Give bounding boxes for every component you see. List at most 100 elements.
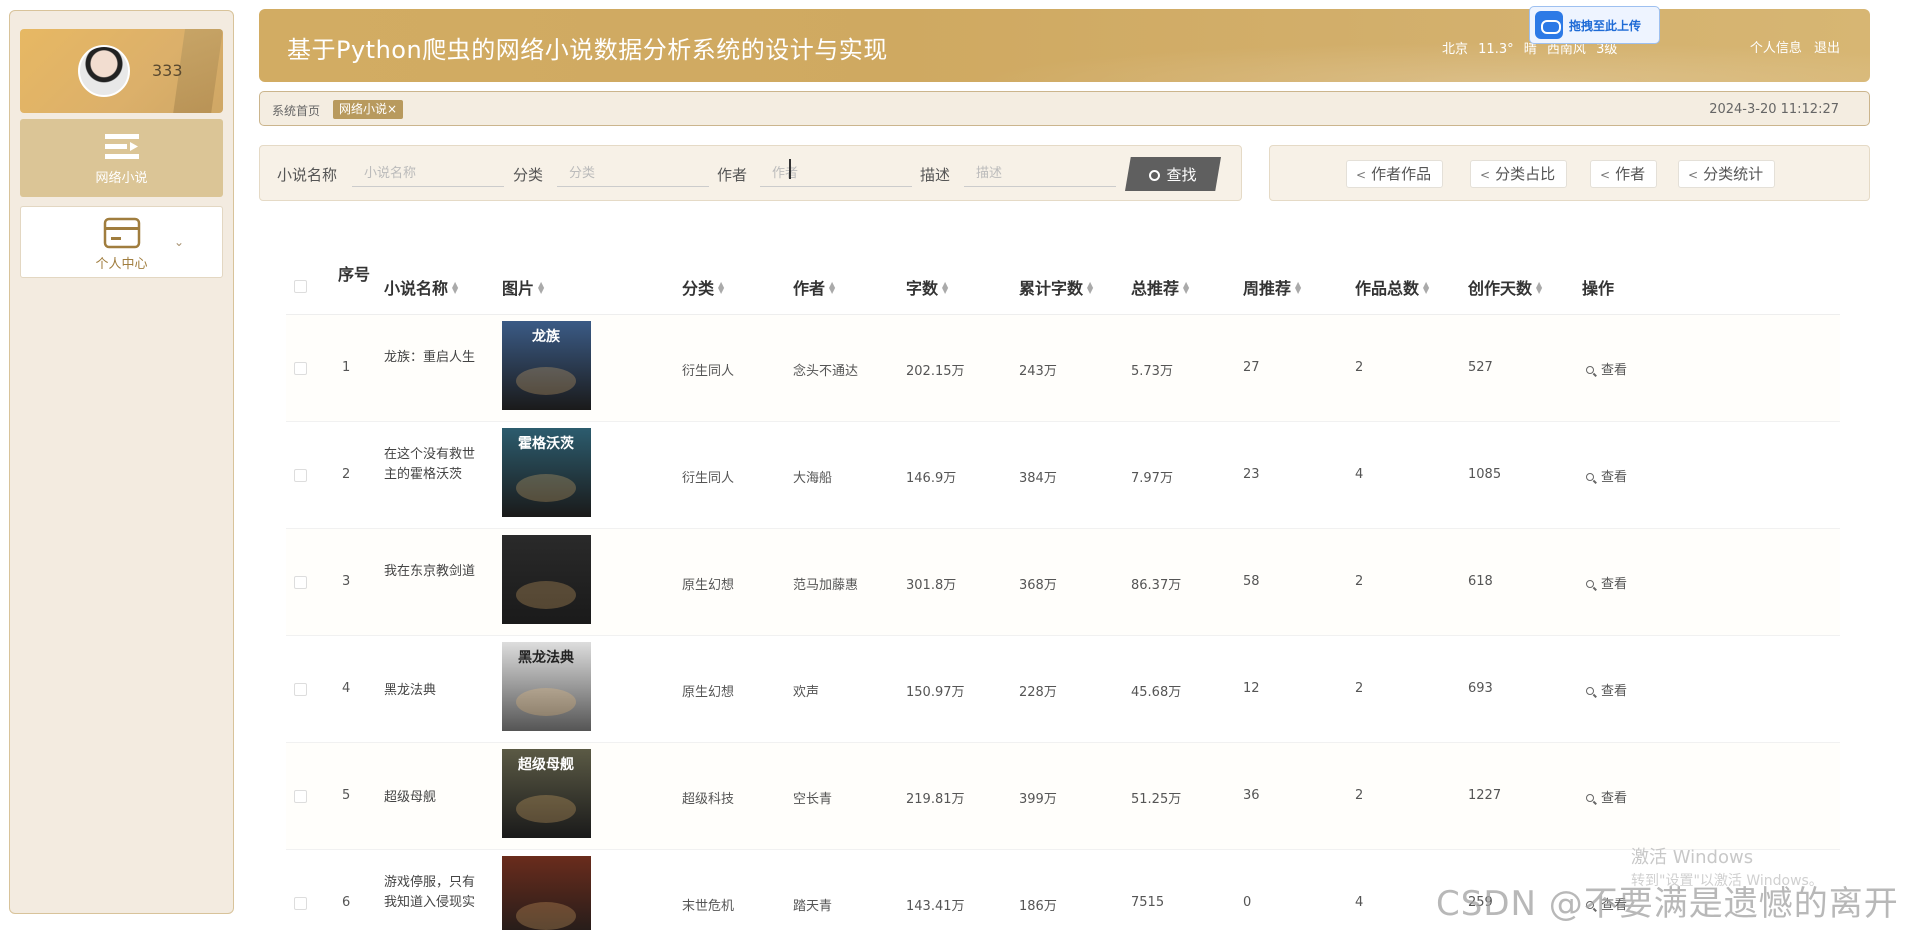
th-seq: 序号 (338, 265, 371, 284)
th-label: 周推荐 (1243, 279, 1292, 298)
weather-city: 北京 (1442, 42, 1469, 57)
th-words[interactable]: 字数 ▲ ▼ (906, 275, 948, 299)
cell-author: 范马加藤惠 (793, 578, 859, 593)
cover-image: 霍格沃茨 (502, 428, 591, 517)
sort-icon: ▲ ▼ (718, 280, 725, 295)
th-label: 总推荐 (1131, 279, 1180, 298)
row-checkbox[interactable] (294, 362, 307, 375)
cell-seq: 4 (342, 681, 351, 696)
category-ratio-button[interactable]: < 分类占比 (1470, 160, 1568, 188)
category-input[interactable] (557, 161, 709, 187)
th-image[interactable]: 图片 ▲ ▼ (502, 275, 544, 299)
breadcrumb-home[interactable]: 系统首页 (272, 102, 320, 119)
cell-author: 踏天青 (793, 899, 833, 914)
cell-days: 693 (1468, 681, 1493, 696)
row-checkbox[interactable] (294, 576, 307, 589)
view-button[interactable]: 查看 (1586, 573, 1627, 592)
cell-total-words: 228万 (1019, 685, 1057, 700)
cell-week-rec: 0 (1243, 895, 1252, 910)
sort-icon: ▲ ▼ (942, 280, 949, 295)
th-label: 图片 (502, 279, 535, 298)
sort-icon: ▲ ▼ (1423, 280, 1430, 295)
select-all-checkbox[interactable] (294, 280, 307, 293)
view-button[interactable]: 查看 (1586, 466, 1627, 485)
search-button[interactable]: 查找 (1125, 157, 1221, 191)
chart-panel: < 作者作品 < 分类占比 < 作者 < 分类统计 (1269, 145, 1870, 201)
name-input[interactable] (352, 161, 504, 187)
svg-text:霍格沃茨: 霍格沃茨 (518, 435, 574, 452)
row-checkbox[interactable] (294, 469, 307, 482)
sidebar-item-profile[interactable]: 个人中心 ⌄ (20, 206, 223, 278)
desc-input[interactable] (964, 161, 1116, 187)
name-label: 小说名称 (277, 166, 338, 184)
view-button[interactable]: 查看 (1586, 680, 1627, 699)
view-label: 查看 (1601, 791, 1628, 806)
th-label: 创作天数 (1468, 279, 1533, 298)
cloud-upload-icon (1535, 11, 1563, 39)
page-title: 基于Python爬虫的网络小说数据分析系统的设计与实现 (287, 36, 888, 64)
author-input[interactable] (760, 161, 912, 187)
cell-seq: 3 (342, 574, 351, 589)
cell-total-words: 384万 (1019, 471, 1057, 486)
th-label: 字数 (906, 279, 939, 298)
cell-seq: 6 (342, 895, 351, 910)
view-button[interactable]: 查看 (1586, 787, 1627, 806)
avatar[interactable] (78, 45, 130, 97)
th-label: 分类 (682, 279, 715, 298)
weather-temp: 11.3° (1478, 42, 1514, 57)
profile-link[interactable]: 个人信息 (1750, 41, 1802, 56)
author-button[interactable]: < 作者 (1590, 160, 1658, 188)
th-author[interactable]: 作者 ▲ ▼ (793, 275, 835, 299)
row-checkbox[interactable] (294, 897, 307, 910)
cell-name: 我在东京教剑道 (384, 564, 476, 579)
svg-text:黑龙法典: 黑龙法典 (518, 649, 574, 666)
svg-text:超级母舰: 超级母舰 (517, 756, 574, 773)
upload-badge-label: 拖拽至此上传 (1569, 18, 1642, 33)
search-icon (1586, 794, 1594, 802)
cell-name: 龙族：重启人生 (384, 350, 476, 365)
chevron-down-icon[interactable]: ⌄ (174, 235, 184, 249)
share-icon: < (1356, 168, 1367, 182)
row-checkbox[interactable] (294, 683, 307, 696)
cell-works: 2 (1355, 788, 1364, 803)
search-panel: 小说名称 分类 作者 描述 查找 (259, 145, 1242, 201)
share-icon: < (1480, 168, 1491, 182)
author-works-button[interactable]: < 作者作品 (1346, 160, 1444, 188)
desc-label: 描述 (920, 166, 951, 184)
cell-week-rec: 23 (1243, 467, 1260, 482)
view-button[interactable]: 查看 (1586, 359, 1627, 378)
th-works[interactable]: 作品总数 ▲ ▼ (1355, 275, 1429, 299)
app-root: 333 网络小说 个人中心 ⌄ 基于Python爬虫的网络小说数据分析系统的设计… (0, 0, 1920, 930)
th-week-rec[interactable]: 周推荐 ▲ ▼ (1243, 275, 1301, 299)
row-checkbox[interactable] (294, 790, 307, 803)
sidebar-item-label: 网络小说 (95, 171, 148, 186)
th-name[interactable]: 小说名称 ▲ ▼ (384, 275, 458, 299)
th-category[interactable]: 分类 ▲ ▼ (682, 275, 724, 299)
csdn-watermark: CSDN @不要满是遗憾的离开 (1436, 884, 1899, 924)
header-decoration (970, 42, 1870, 82)
cell-days: 1227 (1468, 788, 1502, 803)
cell-words: 301.8万 (906, 578, 957, 593)
cell-name: 超级母舰 (384, 790, 437, 805)
th-days[interactable]: 创作天数 ▲ ▼ (1468, 275, 1542, 299)
view-label: 查看 (1601, 470, 1628, 485)
view-label: 查看 (1601, 363, 1628, 378)
cell-week-rec: 58 (1243, 574, 1260, 589)
th-label: 小说名称 (384, 279, 449, 298)
cell-seq: 2 (342, 467, 351, 482)
weather-level: 3级 (1596, 42, 1618, 57)
th-total-rec[interactable]: 总推荐 ▲ ▼ (1131, 275, 1189, 299)
category-stats-button[interactable]: < 分类统计 (1678, 160, 1776, 188)
sidebar-item-novels[interactable]: 网络小说 (20, 119, 223, 197)
weather-cond: 晴 (1523, 42, 1537, 57)
cell-total-rec: 51.25万 (1131, 792, 1182, 807)
chart-button-label: 作者作品 (1371, 165, 1432, 183)
tab-novels[interactable]: 网络小说× (333, 100, 404, 119)
table-row: 4 黑龙法典 原生幻想 欢声 150.97万 228万 45.68万 12 2 693 黑龙法典 查看 (286, 636, 1840, 743)
upload-badge[interactable]: 拖拽至此上传 (1529, 6, 1660, 44)
cell-seq: 1 (342, 360, 351, 375)
logout-link[interactable]: 退出 (1814, 41, 1840, 56)
chart-button-label: 分类统计 (1703, 165, 1764, 183)
th-total-words[interactable]: 累计字数 ▲ ▼ (1019, 275, 1093, 299)
cell-works: 2 (1355, 681, 1364, 696)
